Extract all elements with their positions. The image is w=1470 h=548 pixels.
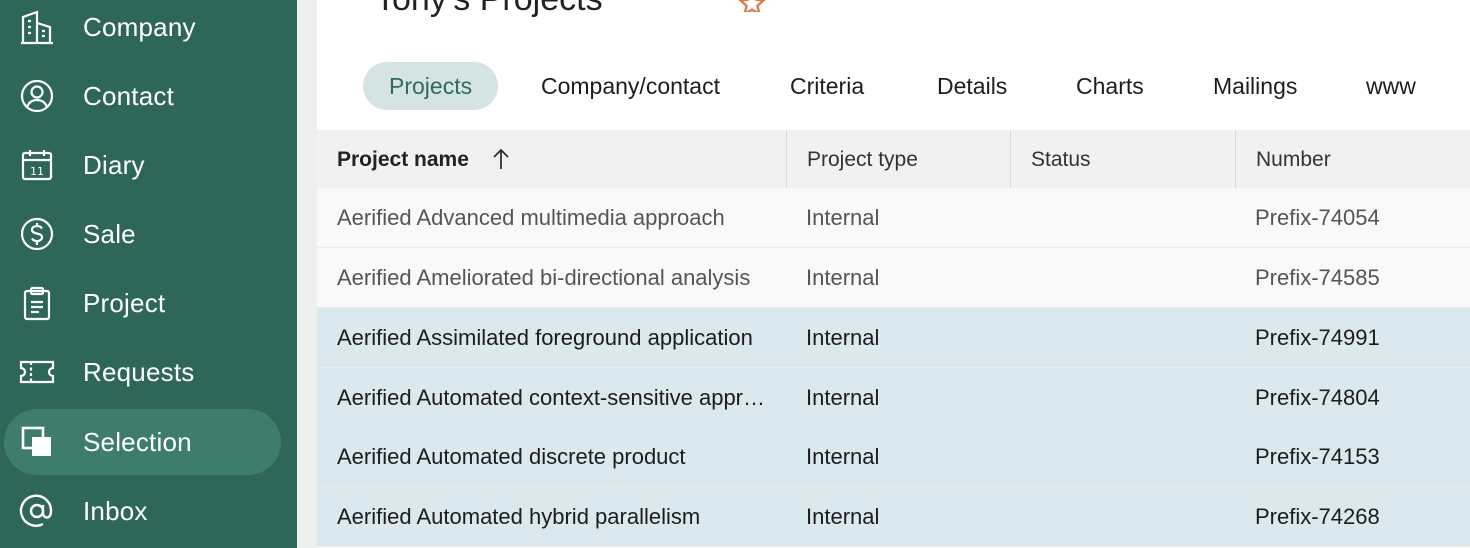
cell-project-type: Internal xyxy=(806,444,880,469)
cell-status xyxy=(1031,368,1231,428)
sidebar-item-diary[interactable]: 11 Diary xyxy=(4,132,281,198)
tab-details[interactable]: Details xyxy=(911,62,1033,110)
sidebar-item-label: Selection xyxy=(83,426,192,457)
cell-project-name: Aerified Assimilated foreground applicat… xyxy=(337,325,753,350)
column-separator[interactable] xyxy=(786,130,787,188)
cell-number: Prefix-74268 xyxy=(1255,504,1380,529)
table-row[interactable]: Aerified Advanced multimedia approach In… xyxy=(317,188,1470,248)
cell-status xyxy=(1031,188,1231,248)
cell-project-name: Aerified Advanced multimedia approach xyxy=(337,205,725,230)
sidebar-item-requests[interactable]: Requests xyxy=(4,339,281,405)
arrow-up-icon[interactable] xyxy=(491,148,511,170)
sidebar-item-label: Diary xyxy=(83,149,145,180)
cell-project-name: Aerified Automated hybrid parallelism xyxy=(337,504,701,529)
cell-status xyxy=(1031,248,1231,308)
tab-company-contact[interactable]: Company/contact xyxy=(515,62,746,110)
cell-number: Prefix-74054 xyxy=(1255,205,1380,230)
sidebar-item-label: Sale xyxy=(83,218,136,249)
cell-project-type: Internal xyxy=(806,504,880,529)
table-row[interactable]: Aerified Ameliorated bi-directional anal… xyxy=(317,248,1470,308)
tab-bar: Projects Company/contact Criteria Detail… xyxy=(317,62,1470,112)
column-header-project-type[interactable]: Project type xyxy=(807,130,918,188)
tab-www[interactable]: www xyxy=(1340,62,1442,110)
sidebar-item-label: Contact xyxy=(83,80,175,111)
sidebar-item-project[interactable]: Project xyxy=(4,270,281,336)
cell-number: Prefix-74153 xyxy=(1255,444,1380,469)
cell-status xyxy=(1031,487,1231,547)
column-header-project-name[interactable]: Project name xyxy=(337,130,469,188)
column-header-number[interactable]: Number xyxy=(1256,130,1331,188)
sidebar-item-sale[interactable]: Sale xyxy=(4,201,281,267)
table-row[interactable]: Aerified Automated context-sensitive app… xyxy=(317,368,1470,428)
tab-charts[interactable]: Charts xyxy=(1050,62,1170,110)
cell-status xyxy=(1031,308,1231,368)
selection-squares-icon xyxy=(18,423,56,461)
table-row[interactable]: Aerified Assimilated foreground applicat… xyxy=(317,308,1470,368)
table-row[interactable]: Aerified Automated discrete product Inte… xyxy=(317,427,1470,487)
table-row[interactable]: Aerified Automated hybrid parallelism In… xyxy=(317,487,1470,547)
cell-number: Prefix-74804 xyxy=(1255,385,1380,410)
tab-mailings[interactable]: Mailings xyxy=(1187,62,1323,110)
cell-project-type: Internal xyxy=(806,205,880,230)
ticket-icon xyxy=(18,353,56,391)
sidebar-item-label: Project xyxy=(83,287,166,318)
sidebar: Company Contact 11 Diary Sale Project Re… xyxy=(0,0,297,548)
dollar-circle-icon xyxy=(18,215,56,253)
svg-text:11: 11 xyxy=(30,165,44,178)
sidebar-item-label: Inbox xyxy=(83,495,148,526)
cell-project-name: Aerified Automated context-sensitive app… xyxy=(337,385,767,410)
page-title: Tony's Projects xyxy=(375,0,603,19)
sidebar-item-inbox[interactable]: Inbox xyxy=(4,478,281,544)
column-separator[interactable] xyxy=(1235,130,1236,188)
cell-project-type: Internal xyxy=(806,265,880,290)
cell-number: Prefix-74991 xyxy=(1255,325,1380,350)
sidebar-item-selection[interactable]: Selection xyxy=(4,409,281,475)
cell-status xyxy=(1031,427,1231,487)
sidebar-item-company[interactable]: Company xyxy=(4,0,281,60)
sidebar-divider xyxy=(297,0,317,548)
cell-project-type: Internal xyxy=(806,385,880,410)
sidebar-item-label: Requests xyxy=(83,356,195,387)
column-header-status[interactable]: Status xyxy=(1031,130,1091,188)
calendar-icon: 11 xyxy=(18,146,56,184)
sidebar-item-contact[interactable]: Contact xyxy=(4,63,281,129)
building-icon xyxy=(18,8,56,46)
cell-project-name: Aerified Ameliorated bi-directional anal… xyxy=(337,265,751,290)
column-separator[interactable] xyxy=(1010,130,1011,188)
at-sign-icon xyxy=(18,492,56,530)
tab-criteria[interactable]: Criteria xyxy=(764,62,890,110)
person-circle-icon xyxy=(18,77,56,115)
tab-projects[interactable]: Projects xyxy=(363,62,499,110)
cell-project-name: Aerified Automated discrete product xyxy=(337,444,686,469)
clipboard-icon xyxy=(18,284,56,322)
cell-project-type: Internal xyxy=(806,325,880,350)
table-header: Project name Project type Status Number xyxy=(317,130,1470,188)
cell-number: Prefix-74585 xyxy=(1255,265,1380,290)
sidebar-item-label: Company xyxy=(83,11,196,42)
star-icon[interactable] xyxy=(738,0,766,12)
